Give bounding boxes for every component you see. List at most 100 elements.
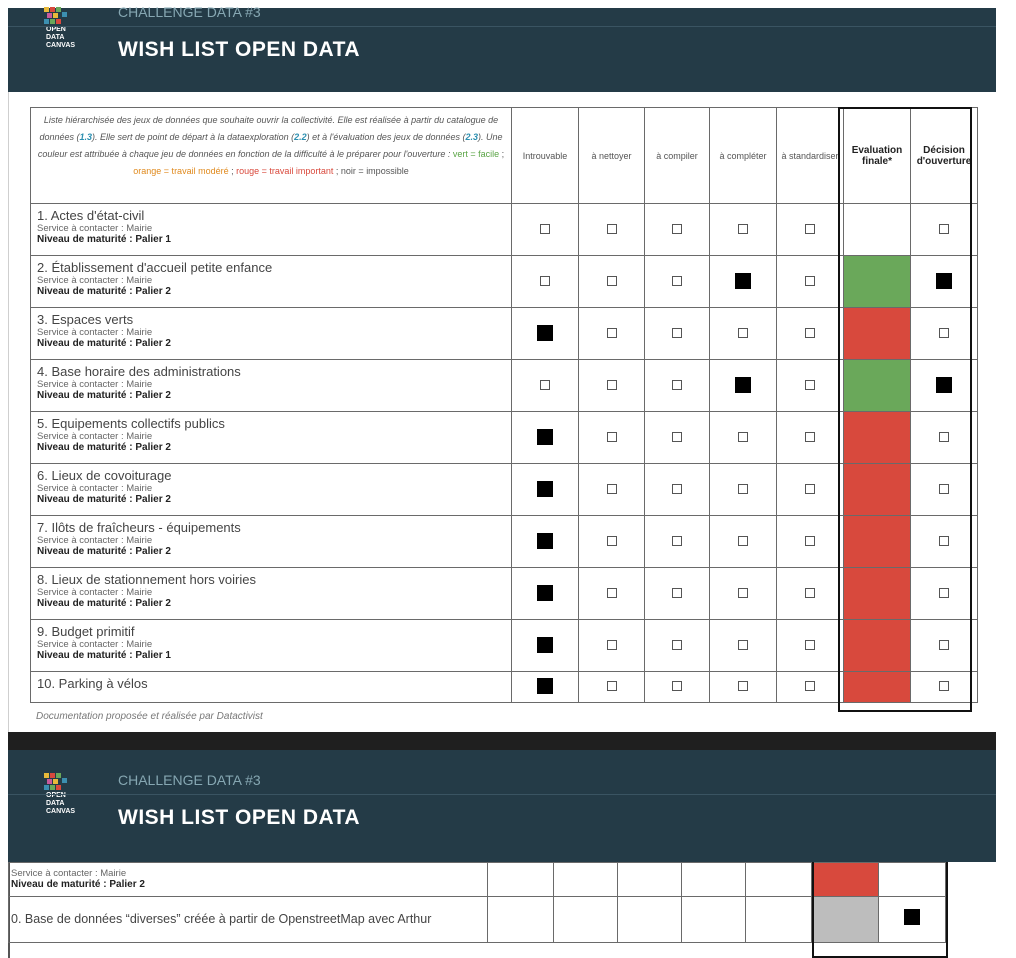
decision-checkbox[interactable] [939, 681, 949, 691]
check-cell-nettoyer [578, 619, 645, 672]
decision-checkbox[interactable] [939, 535, 949, 546]
checkbox-completer[interactable] [738, 639, 748, 650]
checkbox-compiler[interactable] [672, 587, 682, 598]
checkbox-completer[interactable] [738, 483, 748, 494]
dataset-cell: 7. Ilôts de fraîcheurs - équipements Serv… [30, 515, 512, 568]
checkbox-introuvable[interactable] [540, 379, 550, 390]
checkbox-compiler[interactable] [672, 639, 682, 650]
checkbox-standardiser[interactable] [805, 483, 815, 494]
checked-checkbox-introuvable[interactable] [537, 532, 553, 549]
checked-decision-checkbox[interactable] [936, 272, 952, 289]
decision-checkbox[interactable] [939, 483, 949, 494]
wish-list-table: Liste hiérarchisée des jeux de données q… [30, 107, 978, 703]
dataset-service: Service à contacter : Mairie [37, 379, 153, 390]
checkbox-standardiser[interactable] [805, 639, 815, 650]
check-cell-compiler [644, 307, 710, 360]
table-row: Service à contacter : Mairie Niveau de m… [8, 862, 1014, 897]
check-cell-completer [709, 515, 777, 568]
checked-checkbox-introuvable[interactable] [537, 636, 553, 653]
checkbox-compiler[interactable] [672, 327, 682, 338]
dataset-maturity: Niveau de maturité : Palier 1 [37, 650, 171, 661]
checkbox-completer[interactable] [738, 535, 748, 546]
checkbox-nettoyer[interactable] [606, 327, 617, 338]
check-cell-introuvable [511, 567, 579, 620]
check-cell-standardiser [776, 515, 844, 568]
check-cell-completer [709, 463, 777, 516]
checkbox-nettoyer[interactable] [606, 587, 617, 598]
checkbox-nettoyer[interactable] [606, 681, 617, 691]
checkbox-nettoyer[interactable] [606, 275, 617, 286]
checkbox-nettoyer[interactable] [606, 483, 617, 494]
decision-checkbox[interactable] [939, 431, 949, 442]
dataset-maturity: Niveau de maturité : Palier 2 [37, 442, 171, 453]
decision-cell [910, 567, 978, 620]
checked-checkbox-completer[interactable] [735, 376, 751, 393]
decision-checkbox[interactable] [939, 327, 949, 338]
decision-checkbox[interactable] [904, 909, 920, 925]
evaluation-cell-red [843, 411, 911, 464]
decision-cell [910, 359, 978, 412]
checkbox-standardiser[interactable] [805, 431, 815, 442]
checkbox-standardiser[interactable] [805, 327, 815, 338]
checkbox-nettoyer[interactable] [606, 535, 617, 546]
checkbox-completer[interactable] [738, 431, 748, 442]
decision-cell [910, 671, 978, 703]
checkbox-standardiser[interactable] [805, 587, 815, 598]
checked-checkbox-introuvable[interactable] [537, 428, 553, 445]
dataset-name: 7. Ilôts de fraîcheurs - équipements [37, 520, 241, 535]
ref-link-2-3[interactable]: 2.3 [465, 132, 478, 142]
dataset-maturity: Niveau de maturité : Palier 2 [37, 546, 171, 557]
check-cell-compiler [644, 463, 710, 516]
checkbox-completer[interactable] [738, 327, 748, 338]
dataset-service: Service à contacter : Mairie [11, 868, 127, 879]
checkbox-completer[interactable] [738, 587, 748, 598]
table-header-row: Liste hiérarchisée des jeux de données q… [30, 107, 978, 204]
checkbox-standardiser[interactable] [805, 535, 815, 546]
checked-checkbox-introuvable[interactable] [537, 584, 553, 601]
checked-checkbox-introuvable[interactable] [537, 324, 553, 341]
decision-cell [910, 203, 978, 256]
checkbox-completer[interactable] [738, 681, 748, 691]
dataset-cell: 5. Equipements collectifs publics Service… [30, 411, 512, 464]
decision-checkbox[interactable] [939, 587, 949, 598]
check-cell-compiler [644, 411, 710, 464]
dataset-service: Service à contacter : Mairie [37, 223, 153, 234]
page-header-2: OPEN DATA CANVAS CHALLENGE DATA #3 WISH … [8, 750, 996, 862]
checkbox-compiler[interactable] [672, 275, 682, 286]
checkbox-nettoyer[interactable] [606, 431, 617, 442]
checked-checkbox-completer[interactable] [735, 272, 751, 289]
dataset-name: 2. Établissement d'accueil petite enfanc… [37, 260, 273, 275]
checkbox-standardiser[interactable] [805, 379, 815, 390]
ref-link-1-3[interactable]: 1.3 [80, 132, 93, 142]
checkbox-introuvable[interactable] [540, 275, 550, 286]
checkbox-standardiser[interactable] [805, 681, 815, 691]
decision-checkbox[interactable] [939, 223, 949, 234]
dataset-maturity: Niveau de maturité : Palier 2 [37, 338, 171, 349]
check-cell-standardiser [776, 359, 844, 412]
checked-checkbox-introuvable[interactable] [537, 480, 553, 497]
checkbox-nettoyer[interactable] [606, 639, 617, 650]
checked-decision-checkbox[interactable] [936, 376, 952, 393]
checkbox-compiler[interactable] [672, 535, 682, 546]
checkbox-compiler[interactable] [672, 379, 682, 390]
checkbox-nettoyer[interactable] [606, 223, 617, 234]
dataset-cell: 9. Budget primitif Service à contacter : … [30, 619, 512, 672]
evaluation-cell-red [843, 619, 911, 672]
checked-checkbox-introuvable[interactable] [537, 678, 553, 694]
checkbox-standardiser[interactable] [805, 223, 815, 234]
checkbox-completer[interactable] [738, 223, 748, 234]
decision-checkbox[interactable] [939, 639, 949, 650]
checkbox-compiler[interactable] [672, 431, 682, 442]
logo-word-canvas: CANVAS [46, 42, 76, 49]
checkbox-introuvable[interactable] [540, 223, 550, 234]
dataset-service: Service à contacter : Mairie [37, 639, 153, 650]
checkbox-compiler[interactable] [672, 483, 682, 494]
table-row: 10. Parking à vélos [30, 671, 978, 703]
evaluation-cell-red [843, 463, 911, 516]
checkbox-standardiser[interactable] [805, 275, 815, 286]
check-cell-introuvable [511, 671, 579, 703]
checkbox-compiler[interactable] [672, 223, 682, 234]
checkbox-nettoyer[interactable] [606, 379, 617, 390]
checkbox-compiler[interactable] [672, 681, 682, 691]
ref-link-2-2[interactable]: 2.2 [294, 132, 307, 142]
